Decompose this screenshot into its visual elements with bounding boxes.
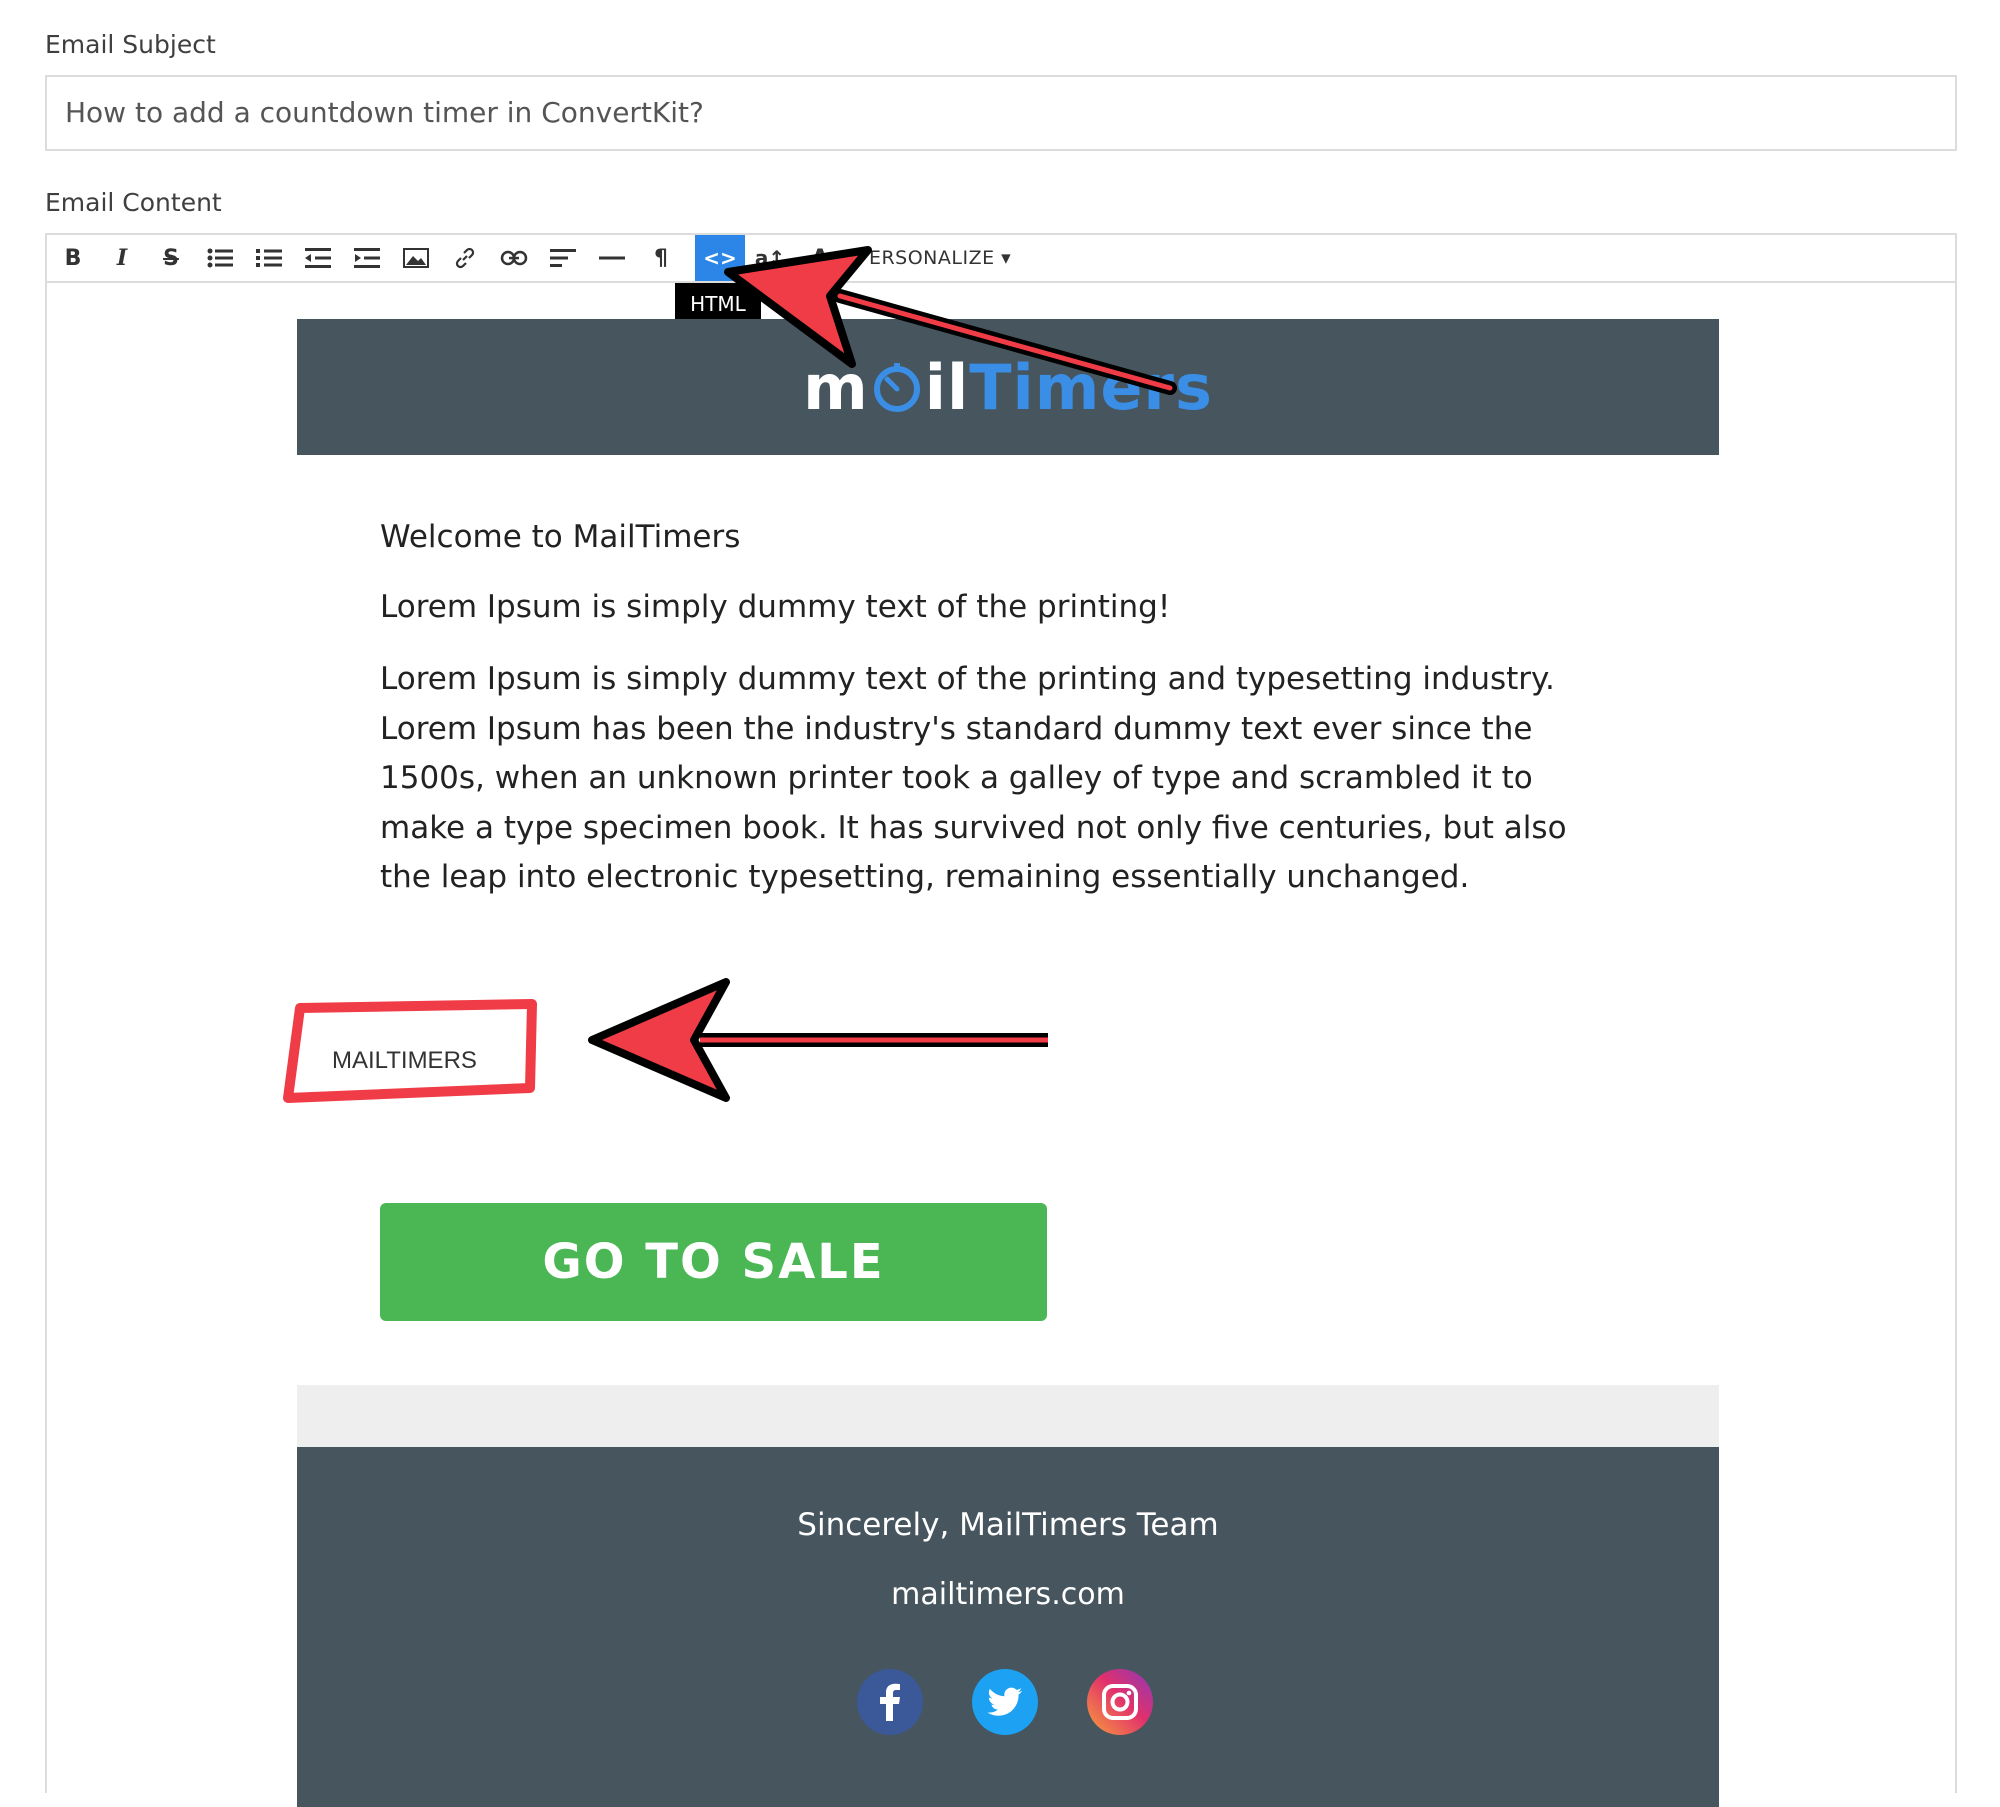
footer-signoff: Sincerely, MailTimers Team: [797, 1507, 1219, 1543]
indent-icon: [354, 248, 380, 268]
outdent-button[interactable]: [295, 235, 341, 281]
bold-button[interactable]: B: [50, 235, 96, 281]
email-content-editor[interactable]: B I S ¶ <> a↕ A PERSONALIZE ▾ HTML m ilT…: [45, 233, 1957, 1807]
paragraph-button[interactable]: ¶: [638, 235, 684, 281]
email-spacer: [297, 1385, 1719, 1447]
cta-section: GO TO SALE: [297, 1165, 1719, 1385]
twitter-icon[interactable]: [972, 1669, 1038, 1735]
stopwatch-icon: [873, 362, 920, 412]
email-subject-label: Email Subject: [45, 30, 216, 59]
chevron-down-icon: ▾: [1001, 247, 1012, 269]
facebook-icon[interactable]: [857, 1669, 923, 1735]
outdent-icon: [305, 248, 331, 268]
email-footer: Sincerely, MailTimers Team mailtimers.co…: [297, 1447, 1719, 1807]
email-subject-input[interactable]: How to add a countdown timer in ConvertK…: [45, 75, 1957, 151]
align-button[interactable]: [540, 235, 586, 281]
link-button[interactable]: [442, 235, 488, 281]
email-content-label: Email Content: [45, 188, 222, 217]
font-color-icon: A: [811, 245, 829, 271]
go-to-sale-button[interactable]: GO TO SALE: [380, 1203, 1047, 1321]
mailtimers-logo: m ilTimers: [803, 350, 1213, 424]
footer-website-link[interactable]: mailtimers.com: [297, 1577, 1719, 1612]
image-icon: [403, 248, 429, 268]
link-icon: [455, 247, 475, 269]
strikethrough-button[interactable]: S: [148, 235, 194, 281]
code-icon: <>: [703, 246, 737, 270]
indent-button[interactable]: [344, 235, 390, 281]
insert-image-button[interactable]: [393, 235, 439, 281]
paragraph-icon: ¶: [654, 245, 668, 271]
italic-button[interactable]: I: [99, 235, 145, 281]
html-source-button[interactable]: <>: [695, 235, 745, 281]
bullet-list-button[interactable]: [197, 235, 243, 281]
personalize-label: PERSONALIZE: [857, 247, 995, 269]
email-body: Welcome to MailTimers Lorem Ipsum is sim…: [297, 455, 1719, 943]
editor-toolbar: B I S ¶ <> a↕ A PERSONALIZE ▾: [47, 235, 1955, 283]
email-header: m ilTimers: [297, 319, 1719, 455]
body-paragraph: Lorem Ipsum is simply dummy text of the …: [380, 661, 1567, 895]
italic-icon: I: [116, 245, 128, 271]
numbered-list-icon: [256, 249, 282, 267]
countdown-timer-block: MAILTIMERS: [297, 943, 1719, 1165]
countdown-timer-placeholder: MAILTIMERS: [332, 1047, 477, 1074]
font-color-button[interactable]: A: [797, 235, 843, 281]
font-size-button[interactable]: a↕: [747, 235, 793, 281]
instagram-icon[interactable]: [1087, 1669, 1153, 1735]
personalize-dropdown[interactable]: PERSONALIZE ▾: [857, 235, 1011, 281]
bullet-list-icon: [207, 248, 233, 268]
unlink-button[interactable]: [491, 235, 537, 281]
font-size-icon: a↕: [754, 246, 786, 270]
horizontal-rule-icon: [599, 256, 625, 260]
horizontal-rule-button[interactable]: [589, 235, 635, 281]
welcome-heading: Welcome to MailTimers: [380, 519, 741, 555]
strikethrough-icon: S: [163, 245, 179, 271]
unlink-icon: [500, 250, 528, 266]
align-left-icon: [550, 249, 576, 267]
numbered-list-button[interactable]: [246, 235, 292, 281]
tagline-text: Lorem Ipsum is simply dummy text of the …: [380, 589, 1171, 625]
bold-icon: B: [64, 245, 82, 271]
